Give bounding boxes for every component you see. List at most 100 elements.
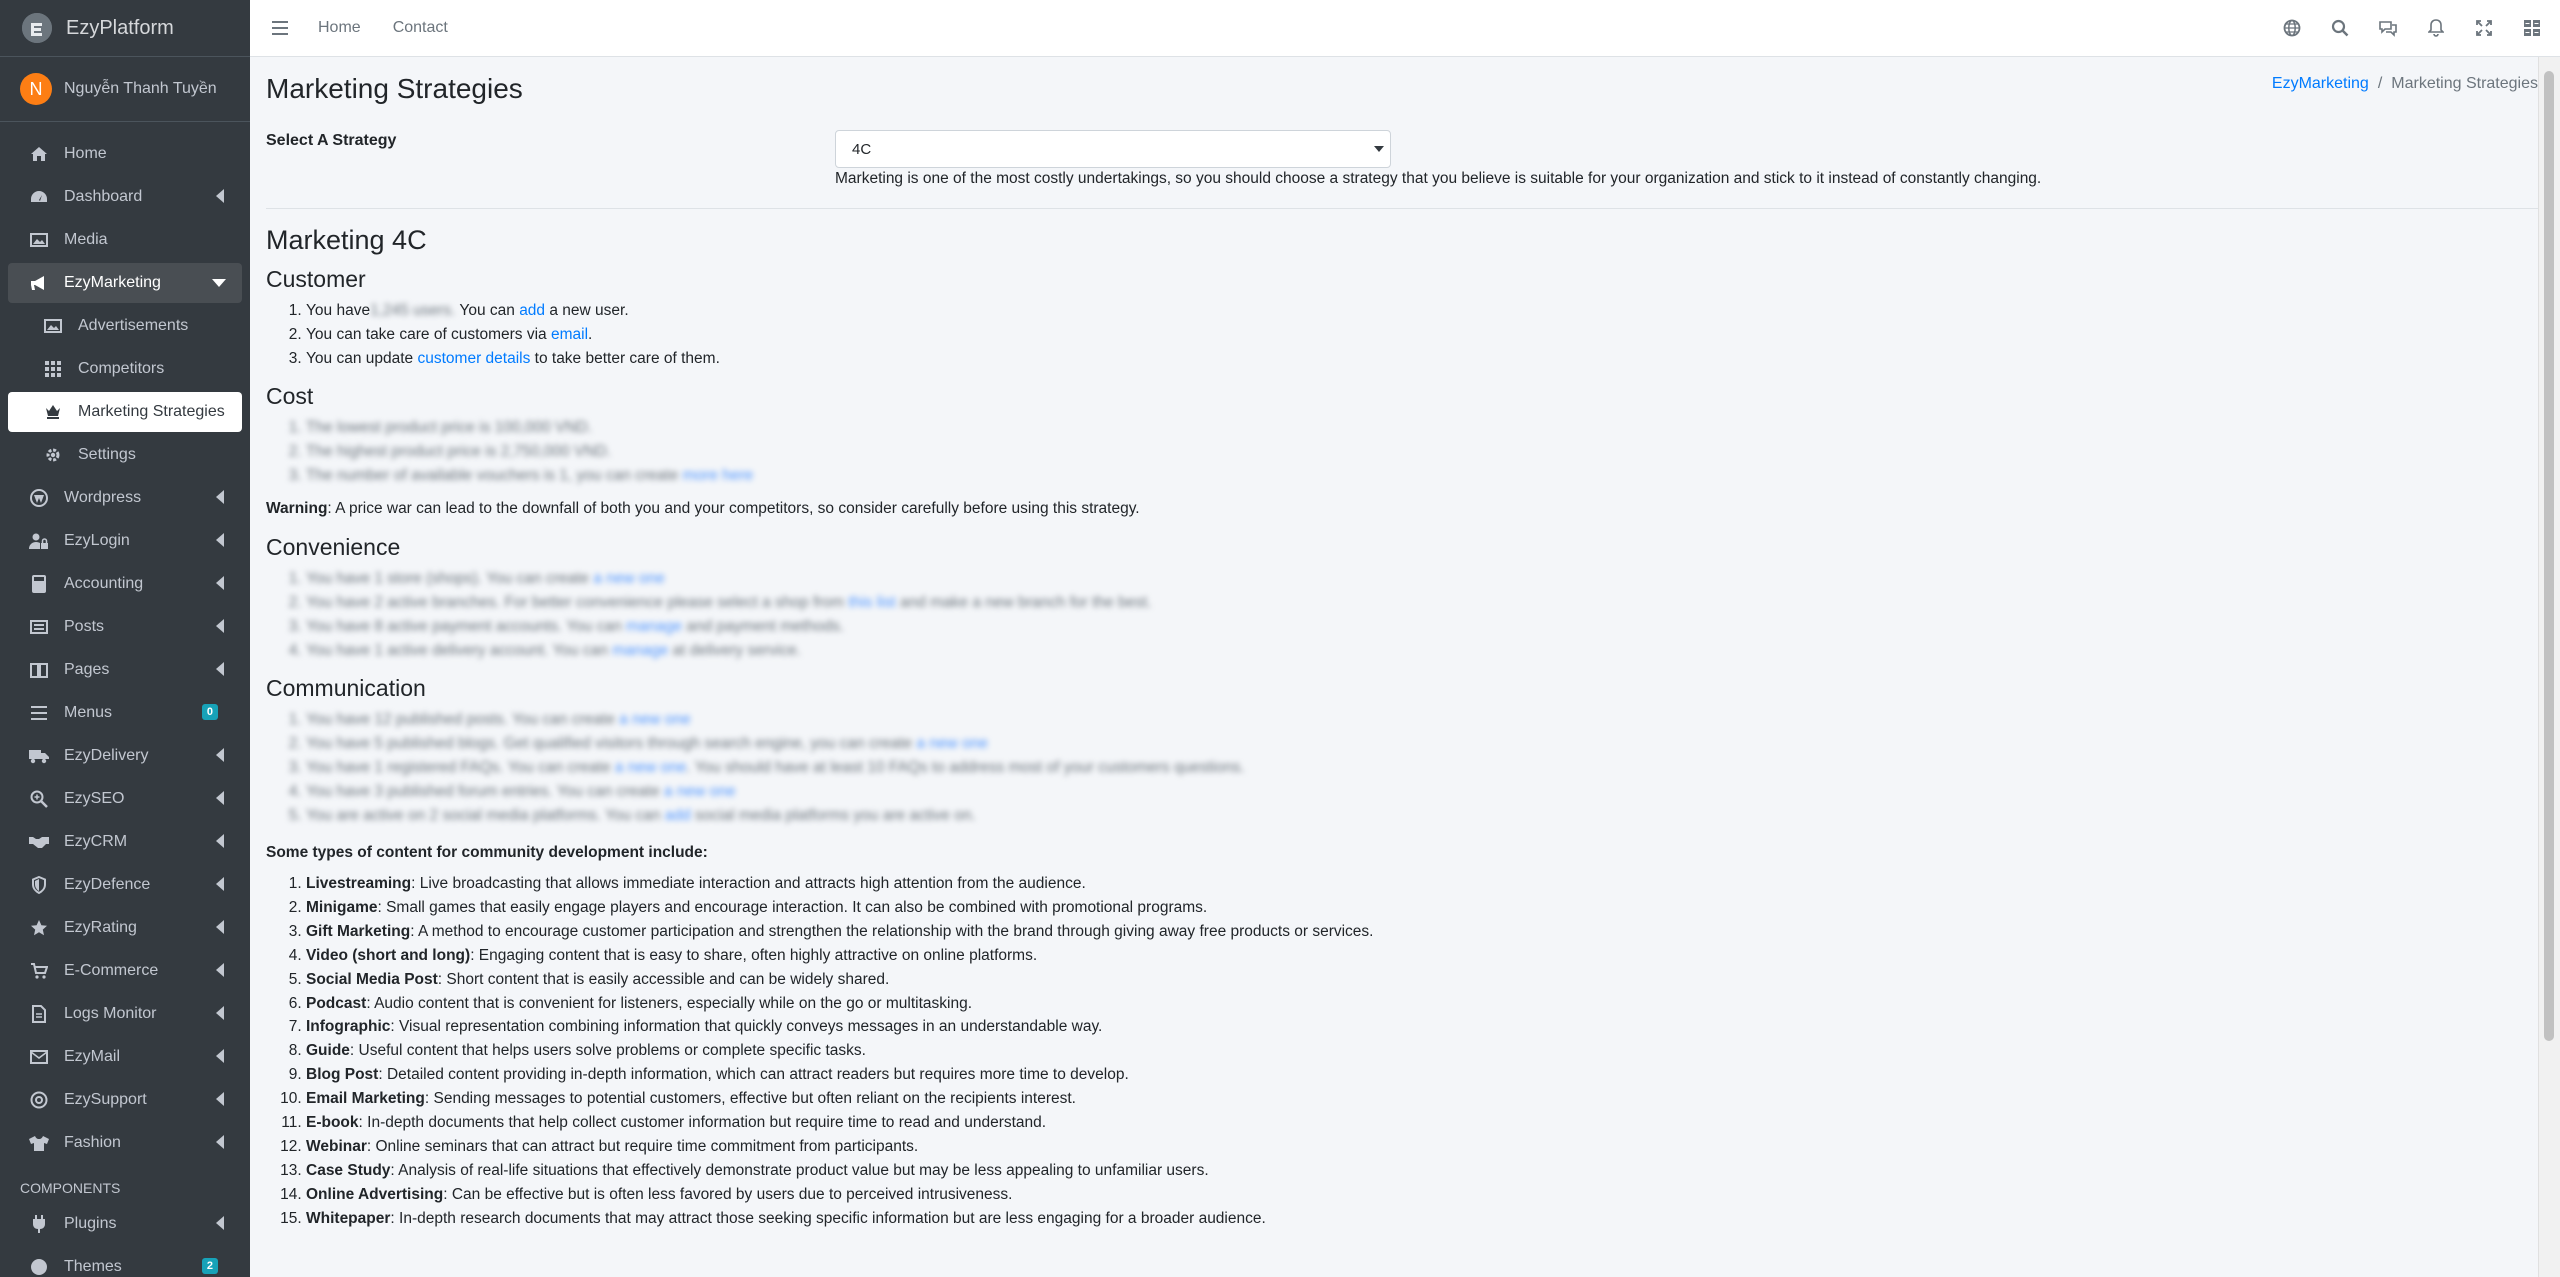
- divider: [266, 208, 2538, 209]
- email-link[interactable]: email: [551, 326, 588, 343]
- chevron-left-icon: [216, 834, 224, 848]
- file-lines-icon: [28, 1005, 50, 1023]
- cost-heading: Cost: [266, 383, 314, 409]
- hamburger-menu-icon[interactable]: [272, 21, 288, 35]
- page-scrollbar[interactable]: [2538, 57, 2560, 1277]
- sidebar-item-marketing-strategies[interactable]: Marketing Strategies: [8, 392, 242, 432]
- list-item: You have 1 store (shops). You can create…: [306, 567, 2266, 591]
- chevron-left-icon: [216, 533, 224, 547]
- star-icon: [28, 919, 50, 937]
- add-user-link[interactable]: add: [519, 302, 545, 319]
- breadcrumb-link-ezymarketing[interactable]: EzyMarketing: [2272, 75, 2369, 92]
- customer-details-link[interactable]: customer details: [417, 350, 530, 367]
- chevron-left-icon: [216, 963, 224, 977]
- convenience-list-blurred: You have 1 store (shops). You can create…: [266, 567, 2266, 663]
- warning-label: Warning: [266, 500, 328, 517]
- themes-count-badge: 2: [201, 1258, 218, 1274]
- sidebar-item-label: EzyDefence: [64, 876, 151, 893]
- sidebar-item-settings[interactable]: Settings: [8, 435, 242, 475]
- sidebar-item-ezyseo[interactable]: EzySEO: [8, 779, 242, 819]
- list-item: Video (short and long): Engaging content…: [306, 944, 2266, 968]
- chevron-down-icon: [1374, 146, 1384, 152]
- sidebar-item-logs-monitor[interactable]: Logs Monitor: [8, 994, 242, 1034]
- apps-grid-icon[interactable]: [2522, 18, 2542, 38]
- bell-icon[interactable]: [2426, 18, 2446, 38]
- list-item: You have 8 active payment accounts. You …: [306, 615, 2266, 639]
- communication-heading: Communication: [266, 675, 426, 701]
- globe-icon[interactable]: [2282, 18, 2302, 38]
- sidebar-item-ezysupport[interactable]: EzySupport: [8, 1080, 242, 1120]
- scrollbar-thumb[interactable]: [2544, 71, 2554, 1041]
- breadcrumb-current: Marketing Strategies: [2391, 75, 2538, 92]
- search-icon[interactable]: [2330, 18, 2350, 38]
- sidebar-item-label: EzyRating: [64, 919, 137, 936]
- support-icon: [28, 1091, 50, 1109]
- list-item: You have1,245 users. You can add a new u…: [306, 299, 2266, 323]
- warning-text: Warning: A price war can lead to the dow…: [266, 500, 1140, 517]
- breadcrumb: EzyMarketing / Marketing Strategies: [2272, 75, 2538, 93]
- sidebar-item-label: EzyCRM: [64, 833, 128, 850]
- sidebar-item-label: Wordpress: [64, 489, 142, 506]
- sidebar-item-wordpress[interactable]: Wordpress: [8, 478, 242, 518]
- sidebar-item-accounting[interactable]: Accounting: [8, 564, 242, 604]
- sidebar-item-ezydefence[interactable]: EzyDefence: [8, 865, 242, 905]
- image-icon: [28, 231, 50, 249]
- sidebar-item-e-commerce[interactable]: E-Commerce: [8, 951, 242, 991]
- list-item: Gift Marketing: A method to encourage cu…: [306, 920, 2266, 944]
- sidebar-item-menus[interactable]: Menus 0: [8, 693, 242, 733]
- comments-icon[interactable]: [2378, 18, 2398, 38]
- content-types-list: Livestreaming: Live broadcasting that al…: [266, 872, 2266, 1231]
- sidebar-item-label: Menus: [64, 704, 113, 721]
- gear-icon: [42, 446, 64, 464]
- chevron-left-icon: [216, 791, 224, 805]
- nav-home-link[interactable]: Home: [318, 19, 361, 37]
- sidebar-item-plugins[interactable]: Plugins: [8, 1204, 242, 1244]
- sidebar-item-ezyrating[interactable]: EzyRating: [8, 908, 242, 948]
- sidebar-item-themes[interactable]: Themes 2: [8, 1247, 242, 1277]
- list-item: Whitepaper: In-depth research documents …: [306, 1207, 2266, 1231]
- sidebar-item-pages[interactable]: Pages: [8, 650, 242, 690]
- sidebar-item-fashion[interactable]: Fashion: [8, 1123, 242, 1163]
- brand[interactable]: EzyPlatform: [0, 0, 250, 57]
- sidebar-item-home[interactable]: Home: [8, 134, 242, 174]
- sidebar-item-label: Home: [64, 145, 107, 162]
- sidebar-item-ezycrm[interactable]: EzyCRM: [8, 822, 242, 862]
- strategy-selected-value: 4C: [852, 140, 872, 158]
- expand-icon[interactable]: [2474, 18, 2494, 38]
- sidebar-item-label: EzyLogin: [64, 532, 130, 549]
- chevron-left-icon: [216, 1216, 224, 1230]
- sidebar-item-label: Media: [64, 231, 108, 248]
- chevron-left-icon: [216, 920, 224, 934]
- strategy-select[interactable]: 4C: [835, 130, 1391, 168]
- sidebar-item-label: EzySEO: [64, 790, 125, 807]
- sidebar-item-label: E-Commerce: [64, 962, 159, 979]
- search-plus-icon: [28, 790, 50, 808]
- sidebar-item-advertisements[interactable]: Advertisements: [8, 306, 242, 346]
- nav-contact-link[interactable]: Contact: [393, 19, 448, 37]
- content-types-title: Some types of content for community deve…: [266, 844, 708, 861]
- list-item: Online Advertising: Can be effective but…: [306, 1183, 2266, 1207]
- navbar-icons: [2254, 18, 2542, 38]
- newspaper-icon: [28, 618, 50, 636]
- list-item: The highest product price is 2,750,000 V…: [306, 440, 2266, 464]
- sidebar-item-ezylogin[interactable]: EzyLogin: [8, 521, 242, 561]
- book-open-icon: [28, 661, 50, 679]
- bars-icon: [28, 704, 50, 722]
- sidebar-item-label: Fashion: [64, 1134, 121, 1151]
- calculator-icon: [28, 575, 50, 593]
- sidebar-item-media[interactable]: Media: [8, 220, 242, 260]
- megaphone-icon: [28, 274, 50, 292]
- chevron-left-icon: [216, 619, 224, 633]
- list-item: Guide: Useful content that helps users s…: [306, 1039, 2266, 1063]
- sidebar-item-ezymarketing[interactable]: EzyMarketing: [8, 263, 242, 303]
- sidebar-item-competitors[interactable]: Competitors: [8, 349, 242, 389]
- user-name[interactable]: Nguyễn Thanh Tuyền: [64, 80, 217, 98]
- sidebar-item-dashboard[interactable]: Dashboard: [8, 177, 242, 217]
- sidebar-item-ezydelivery[interactable]: EzyDelivery: [8, 736, 242, 776]
- user-lock-icon: [28, 532, 50, 550]
- blurred-text: 1,245 users.: [370, 302, 456, 319]
- top-navbar: Home Contact: [250, 0, 2560, 57]
- sidebar-item-posts[interactable]: Posts: [8, 607, 242, 647]
- sidebar-item-ezymail[interactable]: EzyMail: [8, 1037, 242, 1077]
- user-panel[interactable]: N Nguyễn Thanh Tuyền: [0, 57, 250, 122]
